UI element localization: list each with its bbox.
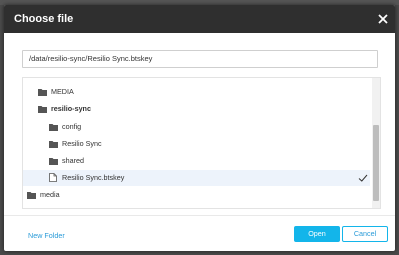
folder-icon [49, 158, 58, 165]
tree-item-label: Resilio Sync.btskey [62, 173, 125, 182]
file-tree: MEDIA resilio-sync config Resilio Sync s… [22, 77, 381, 209]
tree-item-resilio-sync-folder[interactable]: Resilio Sync [23, 136, 370, 152]
open-button[interactable]: Open [294, 226, 340, 242]
tree-item-btskey-file[interactable]: Resilio Sync.btskey [23, 170, 370, 186]
scrollbar-thumb[interactable] [373, 125, 379, 201]
new-folder-link[interactable]: New Folder [28, 231, 65, 240]
dialog-header: Choose file [4, 5, 395, 33]
footer-divider [4, 215, 395, 216]
tree-item-resilio-sync[interactable]: resilio-sync [23, 101, 370, 117]
tree-item-media-lower[interactable]: media [23, 187, 370, 203]
tree-item-label: config [62, 122, 82, 131]
close-icon [378, 14, 388, 24]
tree-item-label: resilio-sync [51, 104, 91, 113]
folder-icon [49, 124, 58, 131]
choose-file-dialog: Choose file MEDIA resilio-sync [4, 5, 395, 251]
folder-icon [38, 106, 47, 113]
scrollbar-track[interactable] [372, 78, 380, 208]
file-icon [49, 173, 57, 182]
tree-item-shared[interactable]: shared [23, 153, 370, 169]
folder-icon [49, 141, 58, 148]
path-input[interactable] [22, 50, 378, 68]
tree-item-label: shared [62, 156, 84, 165]
tree-item-label: Resilio Sync [62, 139, 102, 148]
folder-icon [38, 89, 47, 96]
tree-item-label: MEDIA [51, 87, 74, 96]
folder-icon [27, 192, 36, 199]
cancel-button[interactable]: Cancel [342, 226, 388, 242]
checkmark-icon [358, 174, 368, 182]
tree-item-config[interactable]: config [23, 119, 370, 135]
tree-item-label: media [40, 190, 60, 199]
tree-item-media-upper[interactable]: MEDIA [23, 84, 370, 100]
dialog-title: Choose file [14, 13, 74, 25]
close-button[interactable] [375, 11, 391, 27]
